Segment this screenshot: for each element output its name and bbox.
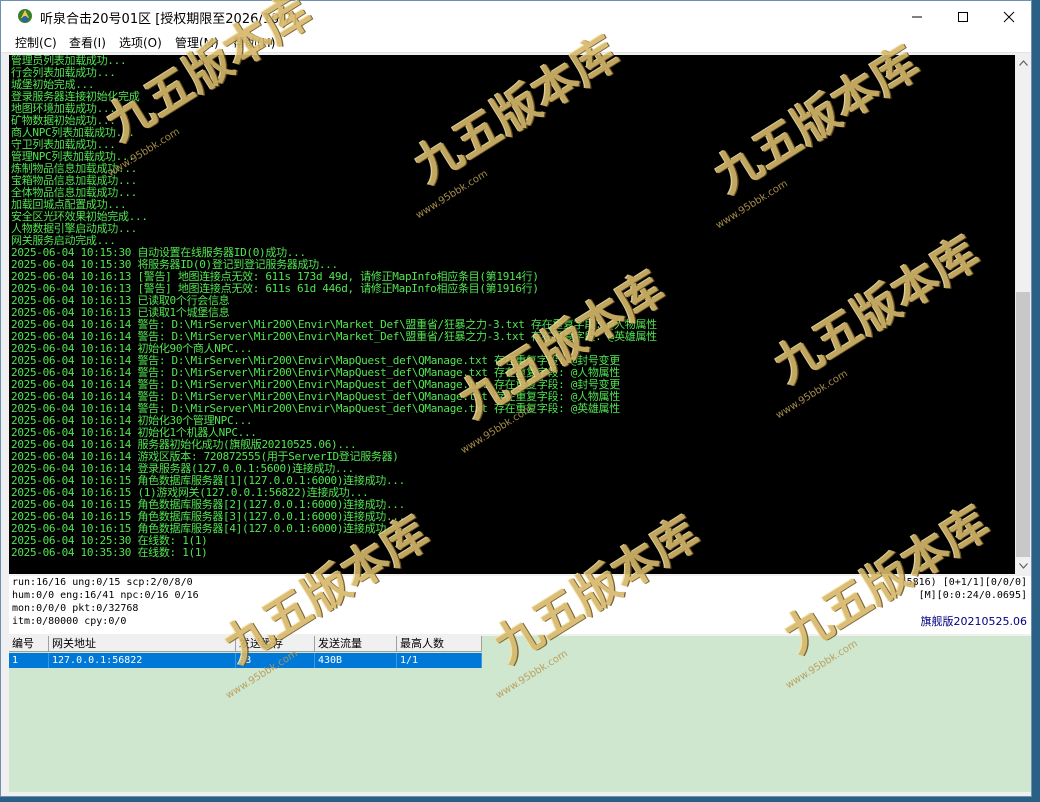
menu-manage[interactable]: 管理(M) <box>175 34 219 51</box>
menu-help[interactable]: 帮助(H) <box>233 34 275 51</box>
column-header-id[interactable]: 编号 <box>9 636 49 652</box>
cell-send-buffer: 0B <box>236 653 315 668</box>
status-spacer <box>901 602 1027 615</box>
log-console[interactable]: 管理员列表加载成功... 行会列表加载成功... 城堡初始完成... 登录服务器连接初… <box>9 55 1015 574</box>
scroll-up-button[interactable] <box>1015 55 1031 71</box>
status-line-itm: itm:0/80000 cpy:0/0 <box>12 616 127 627</box>
status-line-run: run:16/16 ung:0/15 scp:2/0/8/0 <box>12 577 193 588</box>
menu-bar: 控制(C) 查看(I) 选项(O) 管理(M) 帮助(H) <box>1 32 1031 53</box>
maximize-button[interactable] <box>940 1 986 32</box>
console-scrollbar[interactable] <box>1015 55 1031 574</box>
title-bar: 听泉合击20号01区 [授权期限至2026/10/7] <box>1 1 1031 32</box>
column-header-send-traffic[interactable]: 发送流量 <box>315 636 397 652</box>
cell-address: 127.0.0.1:56822 <box>49 653 236 668</box>
menu-view[interactable]: 查看(I) <box>69 34 106 51</box>
close-icon <box>1003 11 1015 22</box>
menu-control[interactable]: 控制(C) <box>15 34 57 51</box>
log-line: 行会列表加载成功... <box>11 66 116 79</box>
column-header-address[interactable]: 网关地址 <box>49 636 236 652</box>
status-right: (5816) [0+1/1][0/0/0] [M][0:0:24/0.0695]… <box>901 576 1027 628</box>
scroll-down-button[interactable] <box>1015 558 1031 574</box>
chevron-up-icon <box>1018 60 1028 66</box>
app-icon <box>18 9 32 23</box>
column-header-max-users[interactable]: 最高人数 <box>397 636 482 652</box>
log-lines: 管理员列表加载成功... 行会列表加载成功... 城堡初始完成... 登录服务器连接初… <box>11 55 657 559</box>
gate-table-header: 编号 网关地址 发送缓存 发送流量 最高人数 <box>9 636 482 652</box>
window-title: 听泉合击20号01区 [授权期限至2026/10/7] <box>40 12 298 27</box>
log-line: 2025-06-04 10:35:30 在线数: 1(1) <box>11 546 208 559</box>
column-header-send-buffer[interactable]: 发送缓存 <box>236 636 315 652</box>
status-line-mon: mon:0/0/0 pkt:0/32768 <box>12 603 139 614</box>
cell-send-traffic: 430B <box>315 653 397 668</box>
cell-id: 1 <box>9 653 49 668</box>
cell-max-users: 1/1 <box>397 653 482 668</box>
scroll-thumb[interactable] <box>1016 292 1030 557</box>
chevron-down-icon <box>1018 563 1028 569</box>
menu-options[interactable]: 选项(O) <box>119 34 162 51</box>
status-line-counters: (5816) [0+1/1][0/0/0] <box>900 577 1027 588</box>
main-window: 听泉合击20号01区 [授权期限至2026/10/7] 控制(C) 查看(I) … <box>0 0 1032 797</box>
gate-list[interactable]: 编号 网关地址 发送缓存 发送流量 最高人数 1 127.0.0.1:56822… <box>9 636 1031 792</box>
status-line-hum: hum:0/0 eng:16/41 npc:0/16 0/16 <box>12 590 199 601</box>
minimize-icon <box>912 16 922 17</box>
table-row[interactable]: 1 127.0.0.1:56822 0B 430B 1/1 <box>9 653 482 668</box>
minimize-button[interactable] <box>894 1 940 32</box>
status-panel: run:16/16 ung:0/15 scp:2/0/8/0 hum:0/0 e… <box>9 576 1031 634</box>
status-line-memory: [M][0:0:24/0.0695] <box>918 590 1027 601</box>
status-left: run:16/16 ung:0/15 scp:2/0/8/0 hum:0/0 e… <box>12 576 199 628</box>
maximize-icon <box>958 11 968 22</box>
version-label: 旗舰版20210525.06 <box>920 615 1027 628</box>
close-button[interactable] <box>986 1 1032 32</box>
